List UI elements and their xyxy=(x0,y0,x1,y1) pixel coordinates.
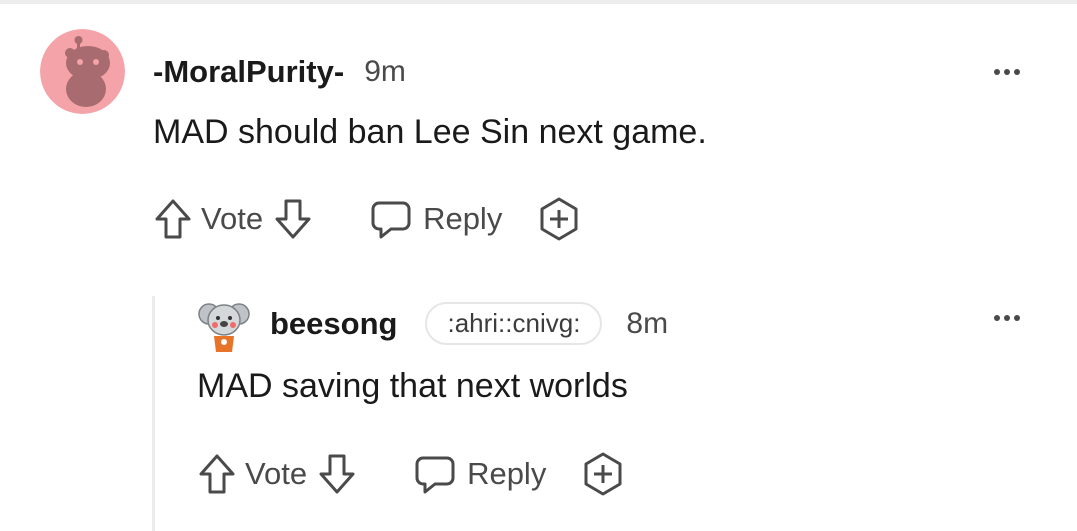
vote-label: Vote xyxy=(201,201,264,236)
top-divider xyxy=(0,0,1077,4)
vote-label: Vote xyxy=(245,456,308,491)
user-flair: :ahri::cnivg: xyxy=(425,302,603,345)
username[interactable]: beesong xyxy=(270,306,397,342)
koala-avatar-icon[interactable] xyxy=(197,294,251,354)
comment-actions: Vote Reply xyxy=(153,196,582,242)
comment-actions: Vote Reply xyxy=(197,451,626,497)
more-options-icon[interactable] xyxy=(994,69,1020,75)
reply-button[interactable]: Reply xyxy=(369,197,502,241)
award-plus-icon[interactable] xyxy=(536,196,582,242)
comment-body: MAD saving that next worlds xyxy=(197,367,628,405)
comment-header: beesong :ahri::cnivg: 8m xyxy=(270,302,668,345)
reply-button[interactable]: Reply xyxy=(413,452,546,496)
timestamp: 9m xyxy=(364,55,406,88)
speech-bubble-icon xyxy=(413,452,457,496)
downvote-arrow-icon[interactable] xyxy=(273,197,313,241)
more-options-icon[interactable] xyxy=(994,315,1020,321)
award-plus-icon[interactable] xyxy=(580,451,626,497)
timestamp: 8m xyxy=(626,306,669,340)
comment-header: -MoralPurity- 9m xyxy=(153,54,406,90)
comment-body: MAD should ban Lee Sin next game. xyxy=(153,113,707,151)
upvote-arrow-icon[interactable] xyxy=(197,452,237,496)
speech-bubble-icon xyxy=(369,197,413,241)
reply-label: Reply xyxy=(467,456,547,491)
thread-line[interactable] xyxy=(152,296,155,531)
snoo-avatar-icon[interactable] xyxy=(40,29,125,114)
upvote-arrow-icon[interactable] xyxy=(153,197,193,241)
username[interactable]: -MoralPurity- xyxy=(153,54,344,90)
downvote-arrow-icon[interactable] xyxy=(317,452,357,496)
reply-label: Reply xyxy=(423,201,503,236)
